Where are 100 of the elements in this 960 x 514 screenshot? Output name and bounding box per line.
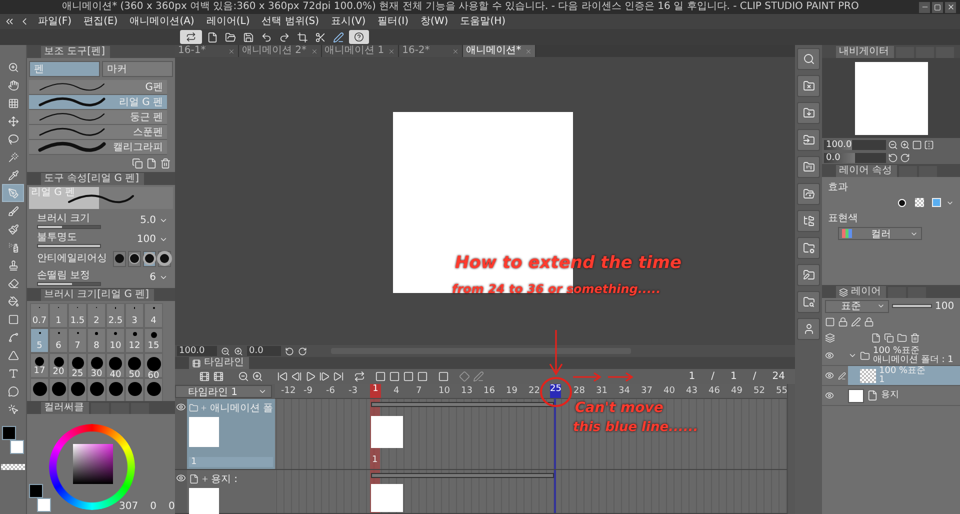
brush-size-preset[interactable]: 7 [68, 328, 87, 353]
brush-size-preset[interactable]: 12 [125, 328, 144, 353]
frame-number: 28 [574, 386, 585, 397]
brush-size-preset[interactable]: 6 [49, 328, 68, 353]
rotate-slider[interactable]: 0.0 [824, 152, 886, 162]
menu-item[interactable]: 도움말(H) [456, 14, 510, 28]
brush-item[interactable]: 둥근 펜 [29, 110, 167, 125]
brush-size-preset[interactable]: 40 [106, 353, 125, 378]
brush-size-preset[interactable]: 3 [125, 303, 144, 328]
brush-size-preset[interactable]: 4 [144, 303, 163, 328]
frame-number: 19 [506, 386, 518, 397]
document-tab[interactable]: 16-2* [399, 45, 464, 57]
brush-item[interactable]: G펜 [29, 80, 167, 95]
menu-item[interactable]: 편집(E) [80, 14, 122, 28]
brush-size-preset[interactable]: 1 [49, 303, 68, 328]
handwritten-note: Can't move [575, 401, 664, 416]
color-value: 0 [150, 501, 156, 512]
frame-number: 34 [618, 386, 630, 397]
menu-item[interactable]: 파일(F) [34, 14, 76, 28]
frame-number: 40 [664, 386, 675, 397]
color-mode-dropdown[interactable]: 컬러 [838, 227, 922, 240]
brush-size-preset[interactable]: 0.7 [30, 303, 49, 328]
brush-size-preset[interactable]: 2 [87, 303, 106, 328]
brush-item[interactable]: 캘리그라피 [29, 140, 167, 155]
layer-item[interactable]: 용지 [848, 386, 960, 405]
layer-row[interactable]: 용지 [822, 386, 960, 406]
frame-number: 4 [394, 386, 400, 397]
panel-tab[interactable]: 브러시 크기[리얼 G 펜] [41, 289, 154, 301]
track-name: 애니메이션 폴 [210, 402, 273, 415]
layer-item[interactable]: 100 %표준 애니메이션 폴더 : 1 [848, 346, 960, 365]
frame-number: -9 [304, 386, 312, 397]
brush-size-preset[interactable]: 20 [49, 353, 68, 378]
cel-number: 1 [372, 455, 378, 465]
brush-size-preset[interactable]: 10 [106, 328, 125, 353]
brush-size-preset[interactable]: 25 [68, 353, 87, 378]
brush-size-preset[interactable]: 5 [30, 328, 49, 353]
document-tab[interactable]: 16-1* [175, 45, 239, 57]
color-mode-label: 표현색 [828, 212, 859, 225]
property-label: 안티에일리어싱 [37, 253, 107, 264]
brush-size-preset[interactable]: 15 [144, 328, 163, 353]
frame-number: -12 [281, 386, 296, 397]
menu-item[interactable]: 필터(I) [374, 14, 412, 28]
property-label: 불투명도 [37, 232, 78, 242]
frame-number: 46 [708, 386, 720, 397]
menu-item[interactable]: 선택 범위(S) [258, 14, 324, 28]
property-value: 100 [136, 234, 156, 245]
frame-number: 37 [641, 386, 652, 397]
brush-item[interactable]: 스푼펜 [29, 125, 167, 140]
zoom-slider[interactable]: 100.0 [824, 140, 886, 150]
menu-item[interactable]: 창(W) [416, 14, 452, 28]
layer-row[interactable]: 100 %표준 1 [822, 366, 960, 386]
frame-number: 10 [438, 386, 450, 397]
frame-number: -3 [348, 386, 358, 397]
layer-item[interactable]: 100 %표준 1 [848, 366, 960, 385]
end-frame-marker[interactable]: 25 [550, 384, 561, 398]
frame-counter: / [711, 371, 715, 382]
sub-tool-group-button[interactable]: 마커 [102, 61, 173, 77]
track-header[interactable]: 용지 : [187, 470, 275, 514]
panel-tab[interactable]: 타임라인 [189, 357, 249, 369]
property-value: 6 [150, 272, 156, 283]
track-header[interactable]: 애니메이션 폴 1 [187, 399, 275, 470]
document-tab[interactable]: 애니메이션 1 [322, 45, 400, 57]
layer-name: 애니메이션 폴더 : 1 [873, 356, 954, 364]
menu-item[interactable]: 표시(V) [327, 14, 370, 28]
brush-item[interactable]: 리얼 G 펜 [29, 95, 167, 110]
brush-size-preset[interactable]: 17 [30, 353, 49, 378]
property-label: 브러시 크기 [37, 212, 92, 224]
frame-number: -6 [326, 386, 335, 397]
menu-item[interactable]: 레이어(L) [202, 14, 254, 28]
track-name: 용지 : [211, 473, 238, 486]
brush-size-preset[interactable]: 30 [87, 353, 106, 378]
brush-size-preset[interactable]: 8 [87, 328, 106, 353]
panel-tab[interactable]: 도구 속성[리얼 G 펜] [41, 173, 144, 185]
brush-size-preset[interactable]: 50 [125, 353, 144, 378]
frame-counter: 24 [772, 371, 785, 382]
panel-tab[interactable]: 보조 도구[펜] [41, 46, 110, 58]
document-tab[interactable]: 애니메이션 2* [239, 45, 322, 57]
angle-field[interactable]: 0.0 [247, 346, 281, 356]
frame-number: 22 [528, 386, 540, 397]
brush-size-preset[interactable]: 2.5 [106, 303, 125, 328]
handwritten-note: this blue line...... [573, 421, 698, 436]
preview-label: 리얼 G 펜 [31, 187, 76, 198]
document-tab[interactable]: 애니메이션* [463, 45, 536, 57]
frame-number: 31 [596, 386, 608, 397]
color-value: 307 [119, 501, 138, 512]
timeline-dropdown[interactable]: 타임라인 1 [175, 385, 272, 398]
brush-size-preset[interactable]: 1.5 [68, 303, 87, 328]
zoom-field[interactable]: 100.0 [177, 346, 217, 356]
frame-number: 7 [416, 386, 422, 397]
frame-counter: 1 [688, 371, 696, 382]
brush-size-preset[interactable]: 60 [144, 353, 163, 378]
blend-mode-dropdown[interactable]: 표준 [825, 300, 889, 312]
sub-tool-group-button[interactable]: 펜 [29, 61, 100, 77]
frame-number: 16 [484, 386, 495, 397]
opacity-value: 100 [935, 300, 954, 312]
menu-item[interactable]: 애니메이션(A) [126, 14, 198, 28]
frame-number: 52 [754, 386, 765, 397]
current-frame-marker[interactable]: 1 [370, 384, 381, 398]
frame-number: 49 [731, 386, 742, 397]
frame-counter: / [752, 371, 756, 382]
